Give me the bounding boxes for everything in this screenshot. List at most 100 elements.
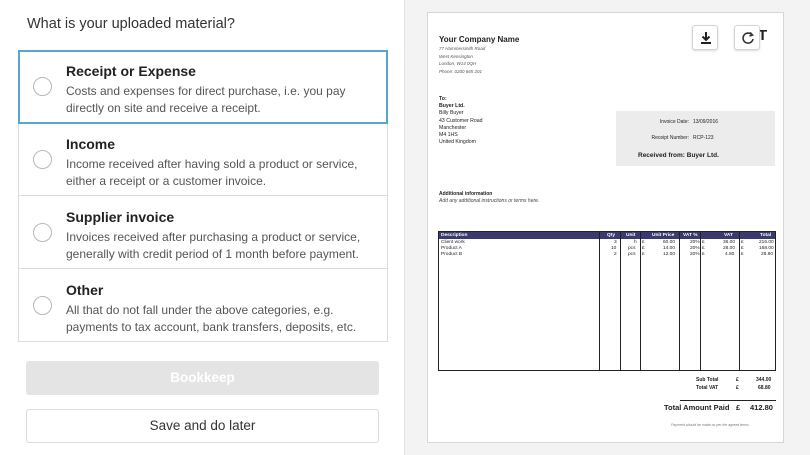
address-line: West Kensington [439,53,473,59]
total-vat-label: Total VAT [696,385,719,391]
cell-unit-price: 60.00 [663,240,676,245]
option-other[interactable]: Other All that do not fall under the abo… [19,270,387,342]
cell-unit: h [634,240,637,245]
cell-unit-price: 12.00 [663,252,676,257]
recipient-line: 43 Customer Road [439,117,483,124]
cell-vat-percent: 20% [690,240,700,245]
received-from: Received from: Buyer Ltd. [638,152,719,159]
cell-description: Client work [441,240,465,245]
recipient-line: M4 1HS [439,132,458,139]
material-options-list: Receipt or Expense Costs and expenses fo… [18,50,388,342]
additional-information: Additional information Add any additiona… [439,191,539,205]
material-type-panel: What is your uploaded material? Receipt … [0,0,404,455]
panel-divider [404,0,405,455]
invoice-date-label: Invoice Date: [659,119,689,125]
option-description: All that do not fall under the above cat… [66,303,357,334]
bookkeep-button[interactable]: Bookkeep [26,361,379,395]
cell-currency: £ [702,252,705,257]
column-divider [679,232,680,370]
cell-total: 168.00 [759,246,774,251]
column-divider [620,232,621,370]
company-name: Your Company Name [439,35,520,44]
save-and-do-later-button[interactable]: Save and do later [26,409,379,443]
download-button[interactable] [692,25,718,50]
cell-unit-price: 14.00 [663,246,676,251]
recipient-line: Buyer Ltd. [439,103,465,110]
grand-total-currency: £ [736,403,741,412]
totals-divider [680,400,776,401]
cell-currency: £ [642,240,645,245]
cell-total: 28.80 [761,252,774,257]
cell-currency: £ [642,252,645,257]
recipient-line: Manchester [439,124,467,131]
cell-description: Product A [441,246,462,251]
additional-title: Additional information [439,191,493,197]
to-label: To: [439,96,447,102]
total-vat-currency: £ [736,385,739,391]
cell-qty: 10 [611,246,617,251]
option-title: Receipt or Expense [66,63,196,79]
header-description: Description [441,233,468,238]
header-vat: VAT [724,233,733,238]
cell-unit: pcs [628,252,636,257]
company-address: 77 Hammersmith Road West Kensington Lond… [439,45,485,75]
option-title: Other [66,282,104,298]
header-total: Total [760,233,772,238]
option-income[interactable]: Income Income received after having sold… [19,124,387,196]
document-preview: Your Company Name 77 Hammersmith Road We… [427,12,784,443]
receipt-number-label: Receipt Number: [651,135,689,141]
cell-currency: £ [741,240,744,245]
cell-currency: £ [741,252,744,257]
header-unit-price: Unit Price [652,233,675,238]
column-divider [599,232,600,370]
subtotal-label: Sub Total [696,377,719,383]
cell-total: 216.00 [759,240,774,245]
cell-currency: £ [642,246,645,251]
invoice-info-box: Invoice Date: 13/09/2016 Receipt Number:… [616,111,775,166]
cell-vat-percent: 20% [690,252,700,257]
cell-vat-percent: 20% [690,246,700,251]
recipient-block: To: Buyer Ltd. Billy Buyer 43 Customer R… [439,96,483,146]
cell-currency: £ [741,246,744,251]
grand-total-label: Total Amount Paid [664,403,730,412]
cell-qty: 2 [614,252,617,257]
invoice-date-value: 13/09/2016 [693,119,719,125]
option-supplier-invoice[interactable]: Supplier invoice Invoices received after… [19,197,387,269]
total-vat-value: 68.80 [758,385,771,391]
cell-unit: pcs [628,246,636,251]
additional-text: Add any additional instructions or terms… [439,198,540,204]
column-divider [739,232,740,370]
cell-currency: £ [702,240,705,245]
radio-button[interactable] [33,223,52,242]
cell-vat: 4.80 [725,252,735,257]
header-unit: Unit [626,233,636,238]
header-vat-percent: VAT % [683,233,698,238]
option-title: Supplier invoice [66,209,175,225]
radio-button[interactable] [33,150,52,169]
cell-qty: 3 [614,240,617,245]
option-title: Income [66,136,116,152]
download-icon [701,32,711,44]
header-qty: Qty [607,233,615,238]
cell-description: Product B [441,252,463,257]
column-divider [700,232,701,370]
recipient-line: Billy Buyer [439,110,464,117]
radio-button[interactable] [33,296,52,315]
receipt-number-value: RCP-123 [693,135,714,141]
refresh-button[interactable] [734,25,760,50]
recipient-line: United Kingdom [439,139,476,146]
column-divider [640,232,641,370]
subtotal-value: 344.00 [756,377,772,383]
option-description: Income received after having sold a prod… [66,157,358,188]
address-line: Phone: 0200 665 201 [439,68,483,74]
option-receipt-or-expense[interactable]: Receipt or Expense Costs and expenses fo… [18,50,388,124]
address-line: London, W14 0QH [439,61,477,66]
cell-vat: 36.00 [723,240,736,245]
line-items-table: Description Qty Unit Unit Price VAT % VA… [438,231,776,371]
option-description: Invoices received after purchasing a pro… [66,230,361,261]
radio-button[interactable] [33,77,52,96]
address-line: 77 Hammersmith Road [439,46,486,51]
option-description: Costs and expenses for direct purchase, … [66,84,346,115]
grand-total-value: 412.80 [750,403,773,412]
cell-currency: £ [702,246,705,251]
